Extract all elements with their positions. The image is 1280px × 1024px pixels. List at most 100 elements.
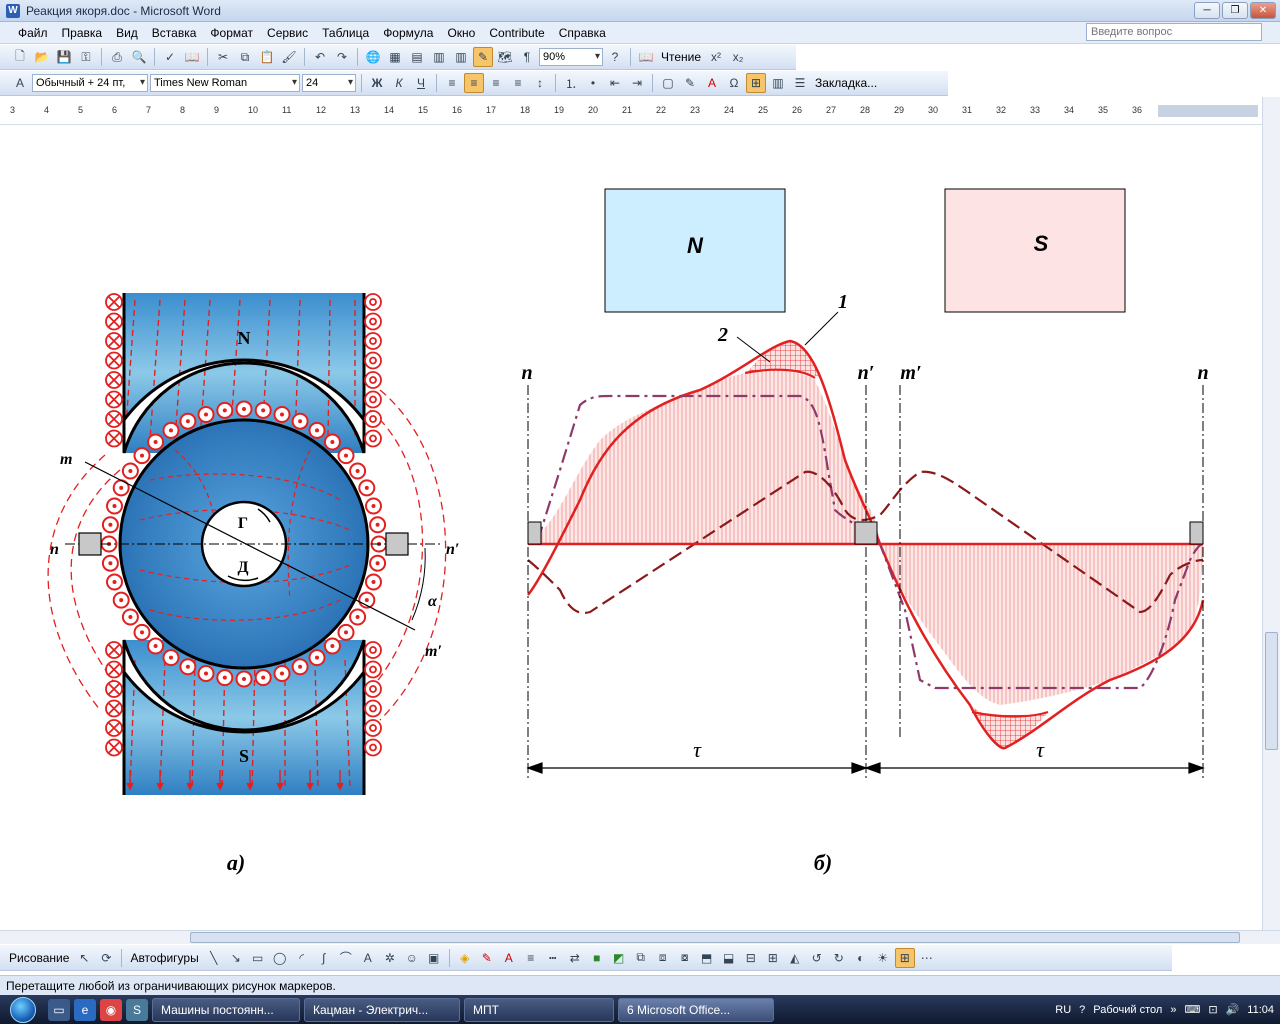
shadow-icon[interactable]: ■ bbox=[587, 948, 607, 968]
research-icon[interactable]: 📖 bbox=[182, 47, 202, 67]
task-button[interactable]: Машины постоянн... bbox=[152, 997, 300, 1022]
align-center-icon[interactable]: ≡ bbox=[464, 73, 484, 93]
menu-edit[interactable]: Правка bbox=[55, 23, 110, 43]
minimize-button[interactable]: ─ bbox=[1194, 2, 1220, 19]
cut-icon[interactable]: ✂ bbox=[213, 47, 233, 67]
curve-icon[interactable]: ∫ bbox=[314, 948, 334, 968]
restore-button[interactable]: ❐ bbox=[1222, 2, 1248, 19]
print-icon[interactable]: ⎙ bbox=[107, 47, 127, 67]
redo-icon[interactable]: ↷ bbox=[332, 47, 352, 67]
menu-file[interactable]: Файл bbox=[4, 23, 55, 43]
more-icon[interactable]: ⋯ bbox=[917, 948, 937, 968]
figure-canvas[interactable]: N S Г Д m n n′ α m′ а) N S 1 2 n n′ m′ n… bbox=[0, 125, 1262, 930]
oval-icon[interactable]: ◯ bbox=[270, 948, 290, 968]
print-preview-icon[interactable]: 🔍 bbox=[129, 47, 149, 67]
font-color-draw-icon[interactable]: A bbox=[499, 948, 519, 968]
task-button-word[interactable]: 6 Microsoft Office... bbox=[618, 997, 774, 1022]
document-map-icon[interactable]: 🗺 bbox=[495, 47, 515, 67]
omega-icon[interactable]: Ω bbox=[724, 73, 744, 93]
spelling-icon[interactable]: ✓ bbox=[160, 47, 180, 67]
group-icon[interactable]: ⧉ bbox=[631, 948, 651, 968]
decrease-indent-icon[interactable]: ⇤ bbox=[605, 73, 625, 93]
dash-style-icon[interactable]: ┅ bbox=[543, 948, 563, 968]
rectangle-icon[interactable]: ▭ bbox=[248, 948, 268, 968]
permission-icon[interactable]: ⚿ bbox=[76, 47, 96, 67]
menu-insert[interactable]: Вставка bbox=[145, 23, 204, 43]
3d-icon[interactable]: ◩ bbox=[609, 948, 629, 968]
distribute-icon[interactable]: ⊞ bbox=[763, 948, 783, 968]
freeform-icon[interactable]: ⌒ bbox=[336, 948, 356, 968]
subscript-icon[interactable]: x₂ bbox=[728, 47, 748, 67]
reading-button[interactable]: Чтение bbox=[658, 50, 704, 64]
arc-icon[interactable]: ◜ bbox=[292, 948, 312, 968]
keyboard-icon[interactable]: ⌨ bbox=[1184, 1003, 1200, 1016]
open-icon[interactable]: 📂 bbox=[32, 47, 52, 67]
fill-color-icon[interactable]: ◈ bbox=[455, 948, 475, 968]
copy-icon[interactable]: ⧉ bbox=[235, 47, 255, 67]
ie-icon[interactable]: e bbox=[74, 998, 96, 1021]
help-icon[interactable]: ? bbox=[605, 47, 625, 67]
clipart-icon[interactable]: ☺ bbox=[402, 948, 422, 968]
picture-icon[interactable]: ▣ bbox=[424, 948, 444, 968]
bold-icon[interactable]: Ж bbox=[367, 73, 387, 93]
menu-contribute[interactable]: Contribute bbox=[482, 23, 551, 43]
undo-icon[interactable]: ↶ bbox=[310, 47, 330, 67]
task-button[interactable]: Кацман - Электрич... bbox=[304, 997, 460, 1022]
menu-table[interactable]: Таблица bbox=[315, 23, 376, 43]
regroup-icon[interactable]: ⧇ bbox=[675, 948, 695, 968]
columns-icon[interactable]: ▥ bbox=[451, 47, 471, 67]
task-button[interactable]: МПТ bbox=[464, 997, 614, 1022]
diagram-icon[interactable]: ✲ bbox=[380, 948, 400, 968]
horizontal-ruler[interactable]: 3 4 5 6 7 8 9 10 11 12 13 14 15 16 17 18 19 20 21 22 23 24 25 2… bbox=[0, 97, 1280, 125]
brightness-icon[interactable]: ☀ bbox=[873, 948, 893, 968]
insert-excel-icon[interactable]: ▥ bbox=[429, 47, 449, 67]
help-search-input[interactable] bbox=[1086, 23, 1262, 41]
new-document-icon[interactable]: 🗋 bbox=[10, 47, 30, 67]
autoshapes-button[interactable]: Автофигуры bbox=[127, 951, 201, 965]
help-tray-icon[interactable]: ? bbox=[1079, 1004, 1085, 1016]
vertical-scroll-thumb[interactable] bbox=[1265, 632, 1278, 750]
rotate-icon[interactable]: ⟳ bbox=[96, 948, 116, 968]
arrow-style-icon[interactable]: ⇄ bbox=[565, 948, 585, 968]
paste-icon[interactable]: 📋 bbox=[257, 47, 277, 67]
reading-icon[interactable]: 📖 bbox=[636, 47, 656, 67]
vertical-scrollbar[interactable] bbox=[1262, 97, 1280, 930]
rotate-right-icon[interactable]: ↻ bbox=[829, 948, 849, 968]
volume-icon[interactable]: 🔊 bbox=[1226, 1003, 1240, 1016]
send-backward-icon[interactable]: ⬓ bbox=[719, 948, 739, 968]
numbering-icon[interactable]: ⒈ bbox=[561, 73, 581, 93]
justify-icon[interactable]: ≡ bbox=[508, 73, 528, 93]
menu-format[interactable]: Формат bbox=[203, 23, 260, 43]
desktop-toolbar[interactable]: Рабочий стол bbox=[1093, 1004, 1162, 1016]
bookmark-button[interactable]: Закладка... bbox=[812, 76, 880, 90]
font-size-select[interactable]: 24 bbox=[302, 74, 356, 92]
underline-icon[interactable]: Ч bbox=[411, 73, 431, 93]
styles-icon[interactable]: A bbox=[10, 73, 30, 93]
align-icon[interactable]: ⊟ bbox=[741, 948, 761, 968]
font-color-icon[interactable]: A bbox=[702, 73, 722, 93]
clock[interactable]: 11:04 bbox=[1247, 1004, 1274, 1016]
insert-table-icon[interactable]: ▤ bbox=[407, 47, 427, 67]
italic-icon[interactable]: К bbox=[389, 73, 409, 93]
start-button[interactable] bbox=[0, 995, 46, 1024]
zoom-select[interactable]: 90% bbox=[539, 48, 603, 66]
bullets-icon[interactable]: • bbox=[583, 73, 603, 93]
select-objects-icon[interactable]: ↖ bbox=[74, 948, 94, 968]
line-color-icon[interactable]: ✎ bbox=[477, 948, 497, 968]
highlight-icon[interactable]: ✎ bbox=[680, 73, 700, 93]
snap-grid-icon[interactable]: ⊞ bbox=[894, 947, 915, 968]
menu-window[interactable]: Окно bbox=[440, 23, 482, 43]
chart-icon[interactable]: ▥ bbox=[768, 73, 788, 93]
style-select[interactable]: Обычный + 24 пт, bbox=[32, 74, 148, 92]
chrome-icon[interactable]: ◉ bbox=[100, 998, 122, 1021]
rotate-left-icon[interactable]: ↺ bbox=[807, 948, 827, 968]
bring-forward-icon[interactable]: ⬒ bbox=[697, 948, 717, 968]
network-icon[interactable]: ⊡ bbox=[1208, 1003, 1217, 1016]
superscript-icon[interactable]: x² bbox=[706, 47, 726, 67]
align-left-icon[interactable]: ≡ bbox=[442, 73, 462, 93]
expand-icon[interactable]: » bbox=[1170, 1004, 1176, 1016]
grid-icon[interactable]: ⊞ bbox=[746, 73, 766, 93]
draw-menu-button[interactable]: Рисование bbox=[6, 951, 72, 965]
menu-tools[interactable]: Сервис bbox=[260, 23, 315, 43]
line-spacing-icon[interactable]: ↕ bbox=[530, 73, 550, 93]
